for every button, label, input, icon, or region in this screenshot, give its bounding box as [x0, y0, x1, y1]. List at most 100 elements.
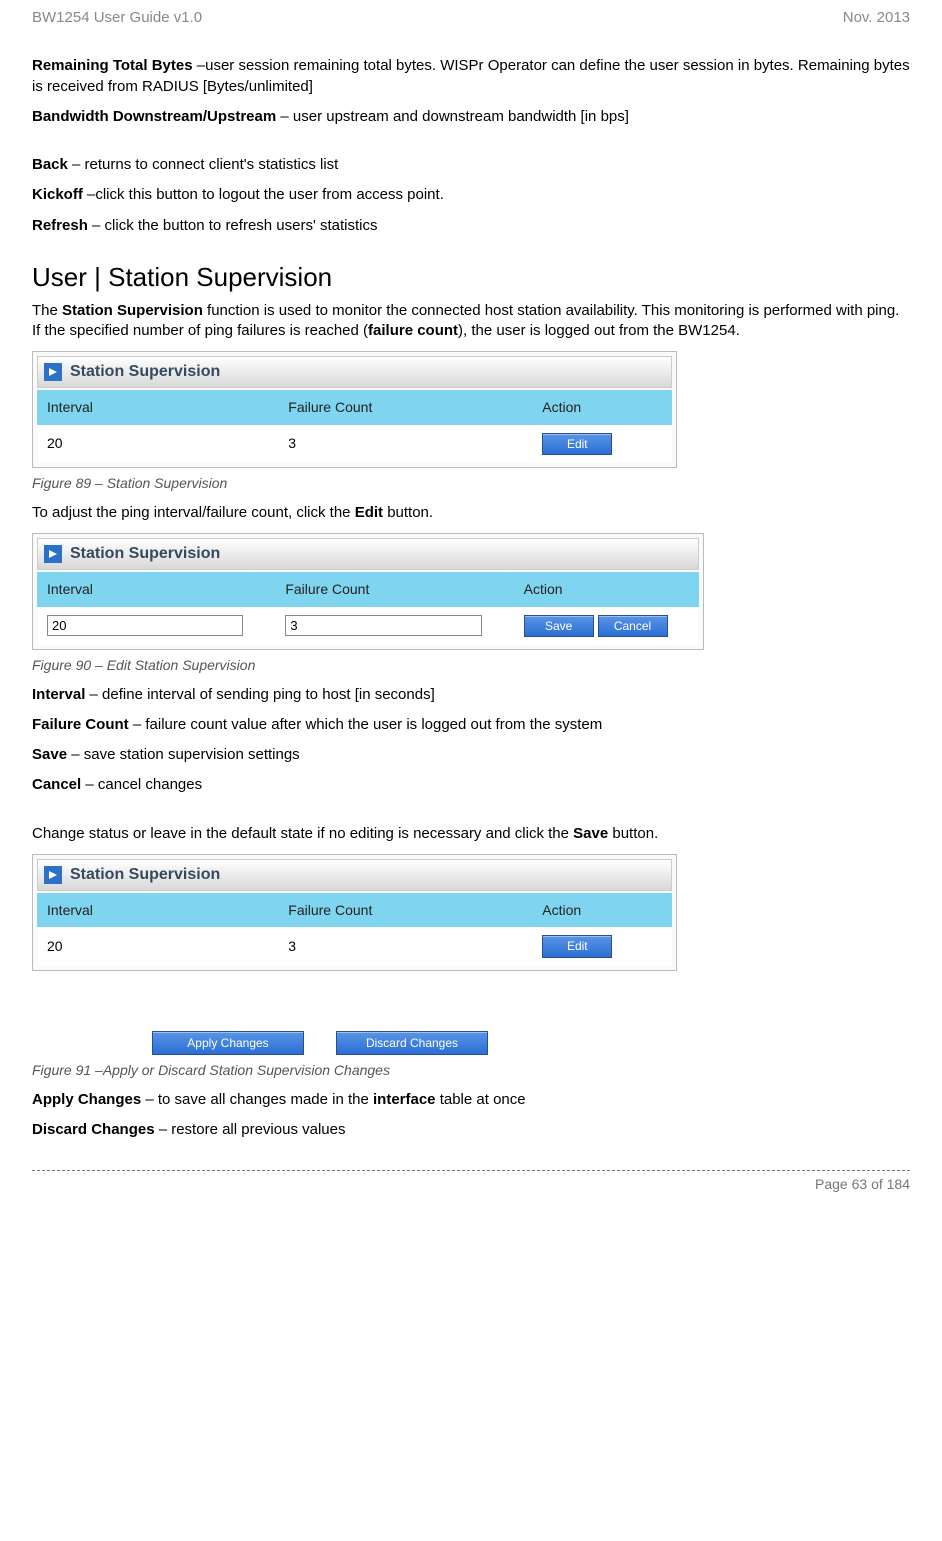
- para-refresh: Refresh – click the button to refresh us…: [32, 216, 910, 236]
- failure-input[interactable]: [285, 615, 481, 636]
- cell-interval: 20: [37, 425, 278, 463]
- supervision-table: Interval Failure Count Action 20 3 Edit: [37, 893, 672, 966]
- term: Save: [32, 746, 67, 763]
- header-right: Nov. 2013: [843, 8, 910, 28]
- discard-changes-button[interactable]: Discard Changes: [336, 1031, 488, 1055]
- def-apply-changes: Apply Changes – to save all changes made…: [32, 1090, 910, 1110]
- station-supervision-panel-view: Station Supervision Interval Failure Cou…: [32, 351, 677, 468]
- cell-action: Edit: [532, 425, 672, 463]
- term: Cancel: [32, 776, 81, 793]
- supervision-table: Interval Failure Count Action Save Cance…: [37, 572, 699, 645]
- col-interval: Interval: [37, 572, 275, 607]
- station-supervision-panel-edit: Station Supervision Interval Failure Cou…: [32, 533, 704, 650]
- cell-interval-edit: [37, 607, 275, 645]
- panel-title-text: Station Supervision: [70, 864, 220, 886]
- panel-title-text: Station Supervision: [70, 543, 220, 565]
- figure-90-caption: Figure 90 – Edit Station Supervision: [32, 656, 910, 675]
- interval-input[interactable]: [47, 615, 243, 636]
- table-header-row: Interval Failure Count Action: [37, 893, 672, 928]
- cancel-button[interactable]: Cancel: [598, 615, 668, 637]
- term: Station Supervision: [62, 302, 203, 319]
- panel-title-text: Station Supervision: [70, 361, 220, 383]
- edit-button[interactable]: Edit: [542, 935, 612, 957]
- apply-discard-row: Apply Changes Discard Changes: [32, 1031, 910, 1055]
- cell-action: Edit: [532, 927, 672, 965]
- para-bandwidth: Bandwidth Downstream/Upstream – user ups…: [32, 107, 910, 127]
- panel-title-bar: Station Supervision: [37, 538, 699, 570]
- col-interval: Interval: [37, 893, 278, 928]
- text: – returns to connect client's statistics…: [68, 156, 338, 173]
- cell-failure: 3: [278, 425, 532, 463]
- term: failure count: [368, 322, 458, 339]
- col-failure: Failure Count: [278, 893, 532, 928]
- text: button.: [383, 504, 433, 521]
- text: The: [32, 302, 62, 319]
- cell-failure-edit: [275, 607, 513, 645]
- text: – click the button to refresh users' sta…: [88, 217, 378, 234]
- intro-paragraph: The Station Supervision function is used…: [32, 301, 910, 342]
- term: Interval: [32, 686, 85, 703]
- arrow-right-icon: [44, 866, 62, 884]
- adjust-paragraph: To adjust the ping interval/failure coun…: [32, 503, 910, 523]
- col-action: Action: [514, 572, 699, 607]
- text: – cancel changes: [81, 776, 202, 793]
- section-heading: User | Station Supervision: [32, 260, 910, 295]
- apply-changes-button[interactable]: Apply Changes: [152, 1031, 304, 1055]
- text: – restore all previous values: [155, 1121, 346, 1138]
- arrow-right-icon: [44, 545, 62, 563]
- term: Kickoff: [32, 186, 83, 203]
- para-kickoff: Kickoff –click this button to logout the…: [32, 185, 910, 205]
- text: – user upstream and downstream bandwidth…: [276, 108, 629, 125]
- page-header: BW1254 User Guide v1.0 Nov. 2013: [32, 0, 910, 52]
- table-header-row: Interval Failure Count Action: [37, 390, 672, 425]
- text: button.: [608, 825, 658, 842]
- def-failure-count: Failure Count – failure count value afte…: [32, 715, 910, 735]
- text: – define interval of sending ping to hos…: [85, 686, 434, 703]
- text: – failure count value after which the us…: [129, 716, 603, 733]
- table-row: 20 3 Edit: [37, 927, 672, 965]
- cell-action: Save Cancel: [514, 607, 699, 645]
- text: table at once: [436, 1091, 526, 1108]
- table-row: Save Cancel: [37, 607, 699, 645]
- panel-title-bar: Station Supervision: [37, 859, 672, 891]
- term: Back: [32, 156, 68, 173]
- term: Edit: [355, 504, 383, 521]
- col-failure: Failure Count: [278, 390, 532, 425]
- page-footer: Page 63 of 184: [32, 1170, 910, 1194]
- def-discard-changes: Discard Changes – restore all previous v…: [32, 1120, 910, 1140]
- cell-interval: 20: [37, 927, 278, 965]
- table-row: 20 3 Edit: [37, 425, 672, 463]
- text: – save station supervision settings: [67, 746, 300, 763]
- station-supervision-panel-apply: Station Supervision Interval Failure Cou…: [32, 854, 677, 971]
- def-interval: Interval – define interval of sending pi…: [32, 685, 910, 705]
- term: Apply Changes: [32, 1091, 141, 1108]
- col-interval: Interval: [37, 390, 278, 425]
- supervision-table: Interval Failure Count Action 20 3 Edit: [37, 390, 672, 463]
- figure-91-caption: Figure 91 –Apply or Discard Station Supe…: [32, 1061, 910, 1080]
- term: Discard Changes: [32, 1121, 155, 1138]
- save-button[interactable]: Save: [524, 615, 594, 637]
- term: Remaining Total Bytes: [32, 57, 193, 74]
- text: ), the user is logged out from the BW125…: [458, 322, 740, 339]
- text: –click this button to logout the user fr…: [83, 186, 444, 203]
- term: Failure Count: [32, 716, 129, 733]
- col-action: Action: [532, 893, 672, 928]
- edit-button[interactable]: Edit: [542, 433, 612, 455]
- term: Save: [573, 825, 608, 842]
- term: Bandwidth Downstream/Upstream: [32, 108, 276, 125]
- para-back: Back – returns to connect client's stati…: [32, 155, 910, 175]
- cell-failure: 3: [278, 927, 532, 965]
- text: To adjust the ping interval/failure coun…: [32, 504, 355, 521]
- term: interface: [373, 1091, 436, 1108]
- col-action: Action: [532, 390, 672, 425]
- def-cancel: Cancel – cancel changes: [32, 775, 910, 795]
- text: – to save all changes made in the: [141, 1091, 373, 1108]
- header-left: BW1254 User Guide v1.0: [32, 8, 202, 28]
- table-header-row: Interval Failure Count Action: [37, 572, 699, 607]
- panel-title-bar: Station Supervision: [37, 356, 672, 388]
- text: Change status or leave in the default st…: [32, 825, 573, 842]
- para-remaining-bytes: Remaining Total Bytes –user session rema…: [32, 56, 910, 97]
- def-save: Save – save station supervision settings: [32, 745, 910, 765]
- term: Refresh: [32, 217, 88, 234]
- arrow-right-icon: [44, 363, 62, 381]
